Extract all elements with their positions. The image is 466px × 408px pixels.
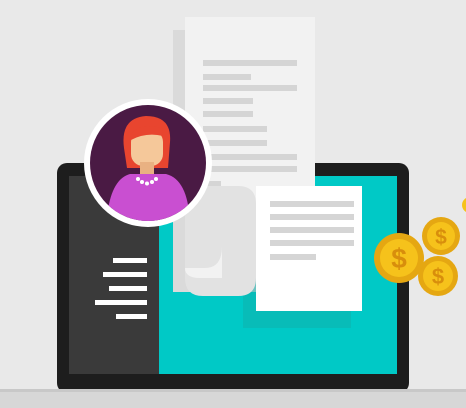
document-icon xyxy=(256,186,362,311)
laptop-base-edge xyxy=(0,389,466,392)
dollar-coin-icon: $ xyxy=(422,217,460,255)
dollar-coin-icon: $ xyxy=(374,233,424,283)
coin-symbol: $ xyxy=(432,264,444,289)
laptop-base xyxy=(0,391,466,408)
coin-symbol: $ xyxy=(435,226,447,249)
dollar-coin-icon: $ xyxy=(418,256,458,296)
payment-illustration: $ $ $ xyxy=(0,0,466,408)
coin-symbol: $ xyxy=(391,243,407,274)
